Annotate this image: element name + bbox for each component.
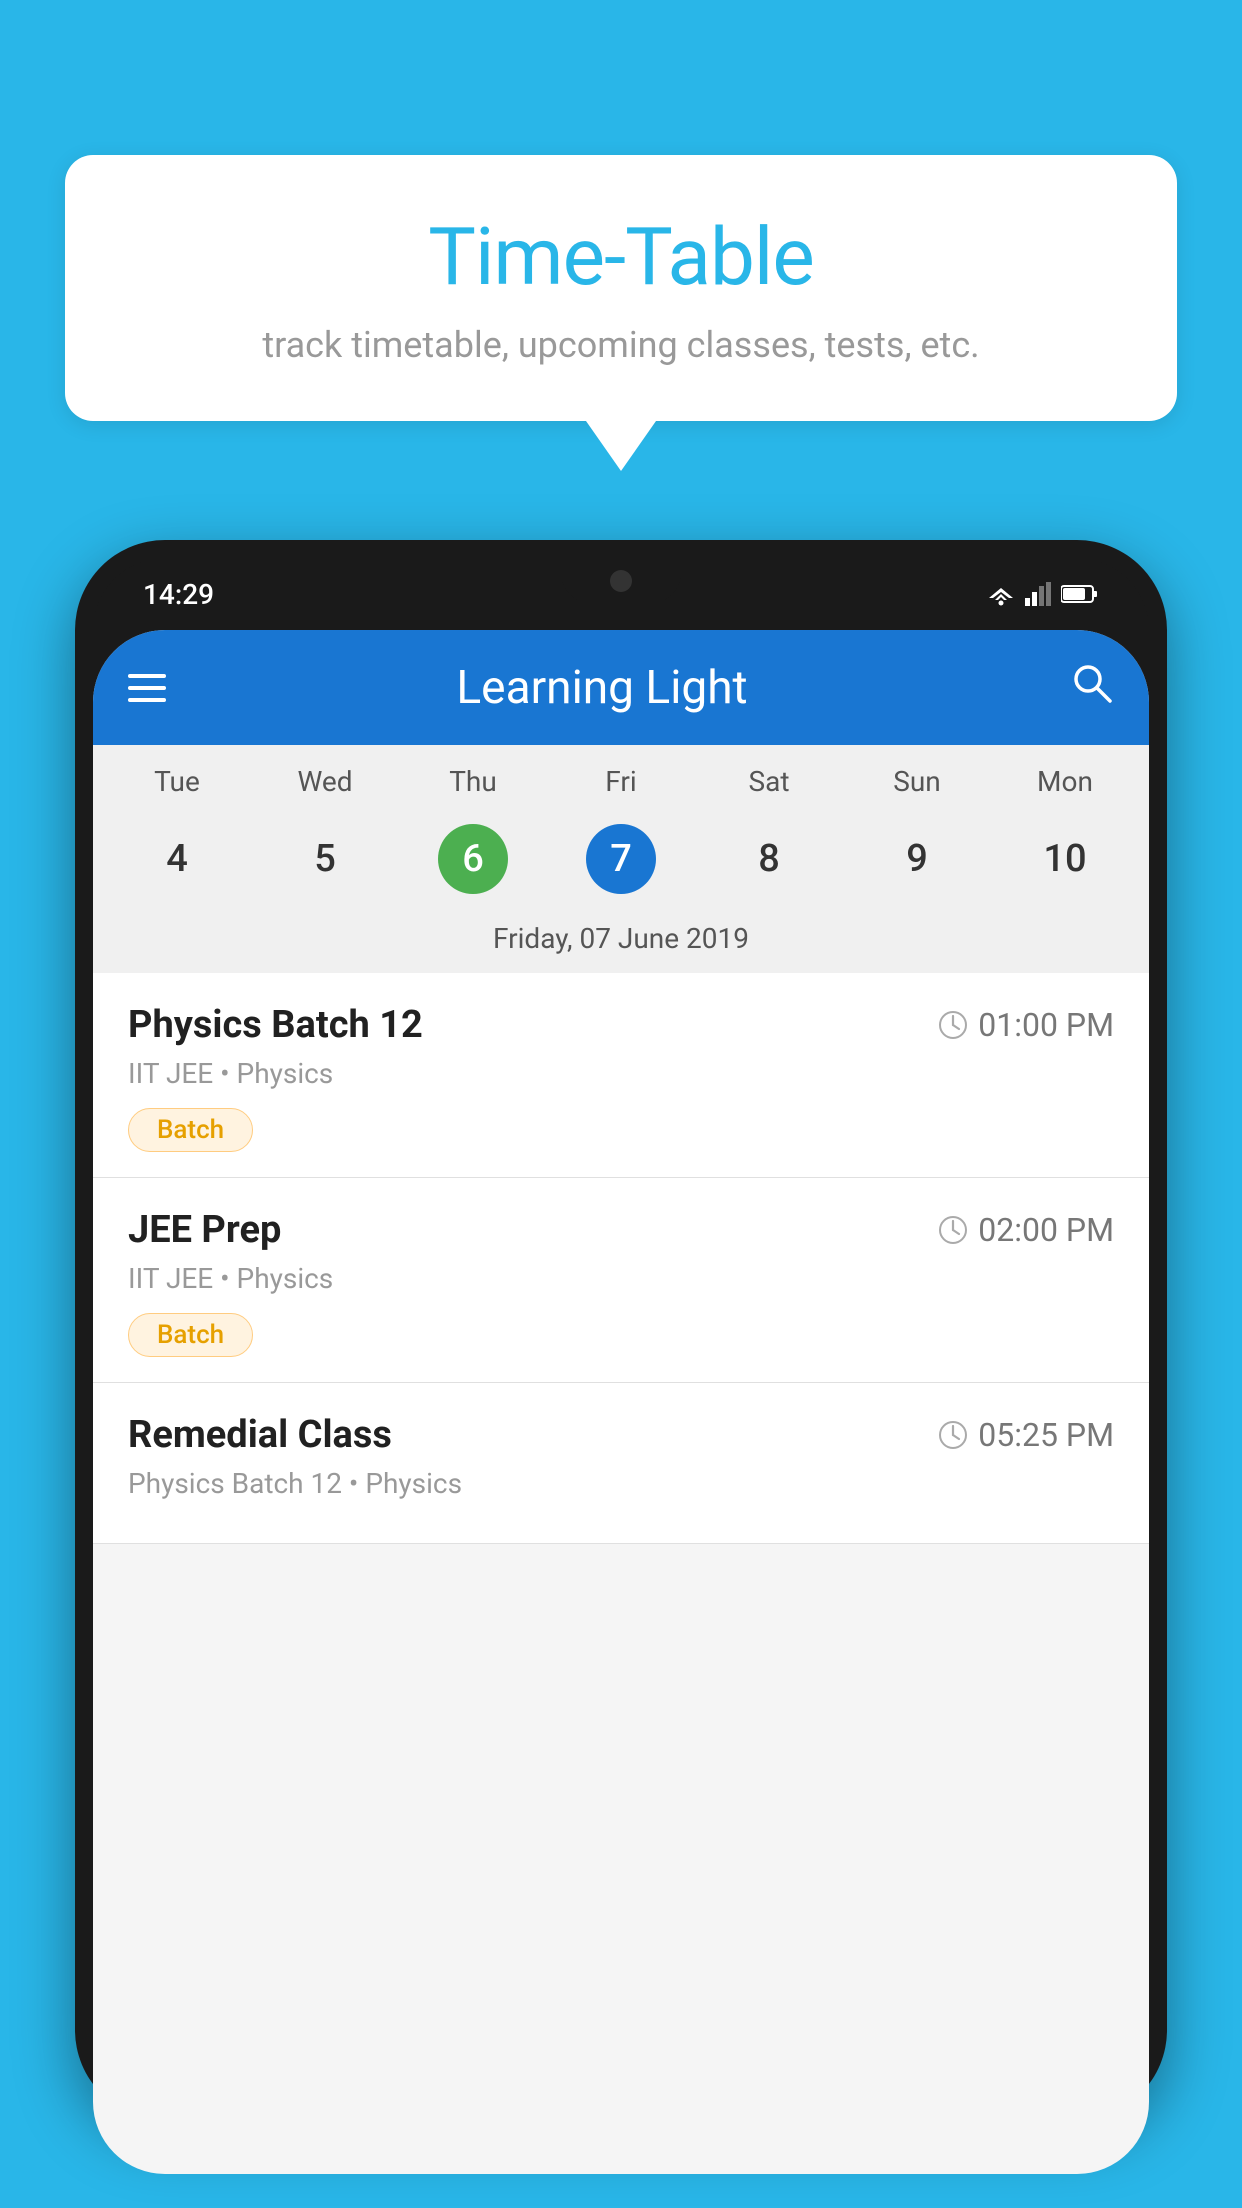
status-time: 14:29 (143, 578, 214, 611)
day-7[interactable]: 7 (547, 814, 695, 904)
phone-mockup: 14:29 (75, 540, 1167, 2208)
phone-outer: 14:29 (75, 540, 1167, 2120)
day-header-tue: Tue (103, 765, 251, 798)
class-name-1: Physics Batch 12 (128, 1003, 423, 1047)
wifi-icon (985, 582, 1017, 606)
phone-screen: Learning Light Tue Wed Thu Fri Sat Sun (93, 630, 1149, 2174)
day-header-thu: Thu (399, 765, 547, 798)
day-4[interactable]: 4 (103, 814, 251, 904)
class-time-text-2: 02:00 PM (978, 1211, 1114, 1249)
day-9[interactable]: 9 (843, 814, 991, 904)
class-item-2[interactable]: JEE Prep 02:00 PM IIT JEE • Physics Batc… (93, 1178, 1149, 1383)
speech-bubble-title: Time-Table (125, 210, 1117, 304)
app-title: Learning Light (166, 661, 1038, 715)
hamburger-menu-icon[interactable] (128, 674, 166, 702)
day-header-fri: Fri (547, 765, 695, 798)
day-headers: Tue Wed Thu Fri Sat Sun Mon (93, 745, 1149, 806)
class-name-3: Remedial Class (128, 1413, 392, 1457)
selected-date-label: Friday, 07 June 2019 (93, 914, 1149, 973)
day-8[interactable]: 8 (695, 814, 843, 904)
class-meta-1: IIT JEE • Physics (128, 1057, 1114, 1090)
clock-icon-2 (938, 1215, 968, 1245)
app-bar: Learning Light (93, 630, 1149, 745)
class-meta-2: IIT JEE • Physics (128, 1262, 1114, 1295)
camera-dot (610, 570, 632, 592)
day-header-sat: Sat (695, 765, 843, 798)
class-item-1-top: Physics Batch 12 01:00 PM (128, 1003, 1114, 1047)
clock-icon-1 (938, 1010, 968, 1040)
class-tag-2: Batch (128, 1313, 253, 1357)
status-bar: 14:29 (93, 558, 1149, 630)
calendar-section: Tue Wed Thu Fri Sat Sun Mon 4 5 6 7 8 9 … (93, 745, 1149, 973)
speech-bubble: Time-Table track timetable, upcoming cla… (65, 155, 1177, 421)
status-icons (985, 582, 1099, 606)
class-item-2-top: JEE Prep 02:00 PM (128, 1208, 1114, 1252)
speech-bubble-pointer (586, 421, 656, 471)
search-icon[interactable] (1068, 659, 1114, 716)
day-10[interactable]: 10 (991, 814, 1139, 904)
class-item-1[interactable]: Physics Batch 12 01:00 PM IIT JEE • Phys… (93, 973, 1149, 1178)
class-time-1: 01:00 PM (938, 1006, 1114, 1044)
class-tag-1: Batch (128, 1108, 253, 1152)
class-meta-3: Physics Batch 12 • Physics (128, 1467, 1114, 1500)
notch (561, 558, 681, 603)
speech-bubble-wrapper: Time-Table track timetable, upcoming cla… (65, 155, 1177, 471)
clock-icon-3 (938, 1420, 968, 1450)
day-6[interactable]: 6 (399, 814, 547, 904)
day-header-wed: Wed (251, 765, 399, 798)
class-name-2: JEE Prep (128, 1208, 281, 1252)
class-item-3[interactable]: Remedial Class 05:25 PM Physics Batch 12… (93, 1383, 1149, 1544)
class-time-3: 05:25 PM (938, 1416, 1114, 1454)
speech-bubble-subtitle: track timetable, upcoming classes, tests… (125, 324, 1117, 366)
day-header-sun: Sun (843, 765, 991, 798)
day-header-mon: Mon (991, 765, 1139, 798)
day-numbers: 4 5 6 7 8 9 10 (93, 806, 1149, 914)
class-time-2: 02:00 PM (938, 1211, 1114, 1249)
class-time-text-3: 05:25 PM (978, 1416, 1114, 1454)
battery-icon (1061, 584, 1099, 604)
class-item-3-top: Remedial Class 05:25 PM (128, 1413, 1114, 1457)
signal-icon (1025, 582, 1053, 606)
class-time-text-1: 01:00 PM (978, 1006, 1114, 1044)
day-5[interactable]: 5 (251, 814, 399, 904)
class-list: Physics Batch 12 01:00 PM IIT JEE • Phys… (93, 973, 1149, 1544)
